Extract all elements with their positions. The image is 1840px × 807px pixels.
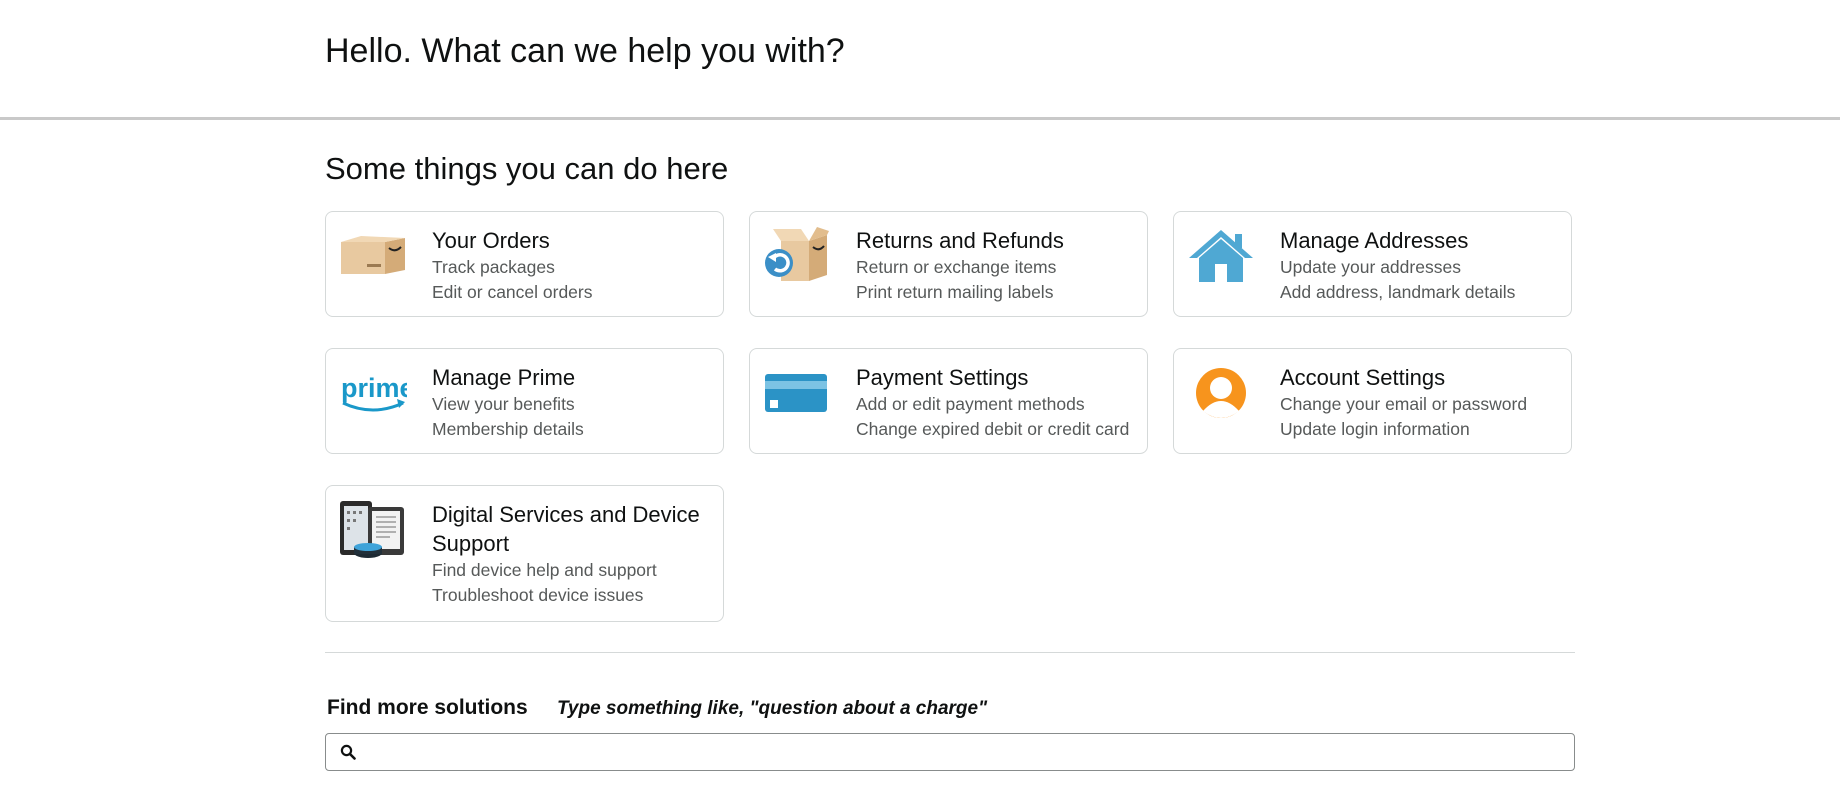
card-title: Manage Prime bbox=[432, 365, 576, 390]
card-line: Change your email or password bbox=[1280, 394, 1528, 414]
find-more-solutions-label: Find more solutions bbox=[327, 696, 528, 719]
page-header: Hello. What can we help you with? bbox=[0, 0, 1840, 120]
card-line: Add or edit payment methods bbox=[856, 394, 1085, 414]
card-payment-settings[interactable]: Payment Settings Add or edit payment met… bbox=[749, 348, 1148, 454]
prime-logo-icon: prime bbox=[338, 363, 408, 423]
card-manage-addresses[interactable]: Manage Addresses Update your addresses A… bbox=[1173, 211, 1572, 317]
section-title: Some things you can do here bbox=[325, 151, 729, 186]
search-icon bbox=[340, 744, 356, 760]
card-digital-services[interactable]: Digital Services and Device Support Find… bbox=[325, 485, 724, 622]
card-title: Manage Addresses bbox=[1280, 228, 1469, 253]
card-line: Add address, landmark details bbox=[1280, 282, 1516, 302]
search-hint: Type something like, "question about a c… bbox=[557, 698, 988, 719]
help-cards-grid: Your Orders Track packages Edit or cance… bbox=[325, 211, 1575, 622]
card-title: Account Settings bbox=[1280, 365, 1446, 390]
house-icon bbox=[1186, 226, 1256, 286]
credit-card-icon bbox=[762, 363, 832, 423]
card-manage-prime[interactable]: prime Manage Prime View your benefits Me… bbox=[325, 348, 724, 454]
card-line: Print return mailing labels bbox=[856, 282, 1054, 302]
card-title: Your Orders bbox=[432, 228, 550, 253]
card-line: Find device help and support bbox=[432, 560, 657, 580]
card-title: Digital Services and Device Support bbox=[432, 502, 700, 556]
package-icon bbox=[338, 226, 408, 286]
user-avatar-icon bbox=[1186, 363, 1256, 423]
return-box-icon bbox=[762, 226, 832, 286]
card-line: Update your addresses bbox=[1280, 257, 1461, 277]
card-title: Returns and Refunds bbox=[856, 228, 1064, 253]
card-line: Membership details bbox=[432, 419, 584, 439]
card-line: View your benefits bbox=[432, 394, 575, 414]
card-returns-refunds[interactable]: Returns and Refunds Return or exchange i… bbox=[749, 211, 1148, 317]
search-input[interactable] bbox=[366, 736, 1574, 768]
page-title: Hello. What can we help you with? bbox=[325, 32, 845, 70]
card-line: Edit or cancel orders bbox=[432, 282, 593, 302]
card-line: Return or exchange items bbox=[856, 257, 1057, 277]
card-line: Troubleshoot device issues bbox=[432, 585, 644, 605]
devices-icon bbox=[338, 500, 408, 560]
card-your-orders[interactable]: Your Orders Track packages Edit or cance… bbox=[325, 211, 724, 317]
card-line: Update login information bbox=[1280, 419, 1470, 439]
card-title: Payment Settings bbox=[856, 365, 1029, 390]
search-box[interactable] bbox=[325, 733, 1575, 771]
svg-text:prime: prime bbox=[341, 373, 407, 403]
card-line: Change expired debit or credit card bbox=[856, 419, 1130, 439]
card-line: Track packages bbox=[432, 257, 555, 277]
section-divider bbox=[325, 652, 1575, 653]
card-account-settings[interactable]: Account Settings Change your email or pa… bbox=[1173, 348, 1572, 454]
